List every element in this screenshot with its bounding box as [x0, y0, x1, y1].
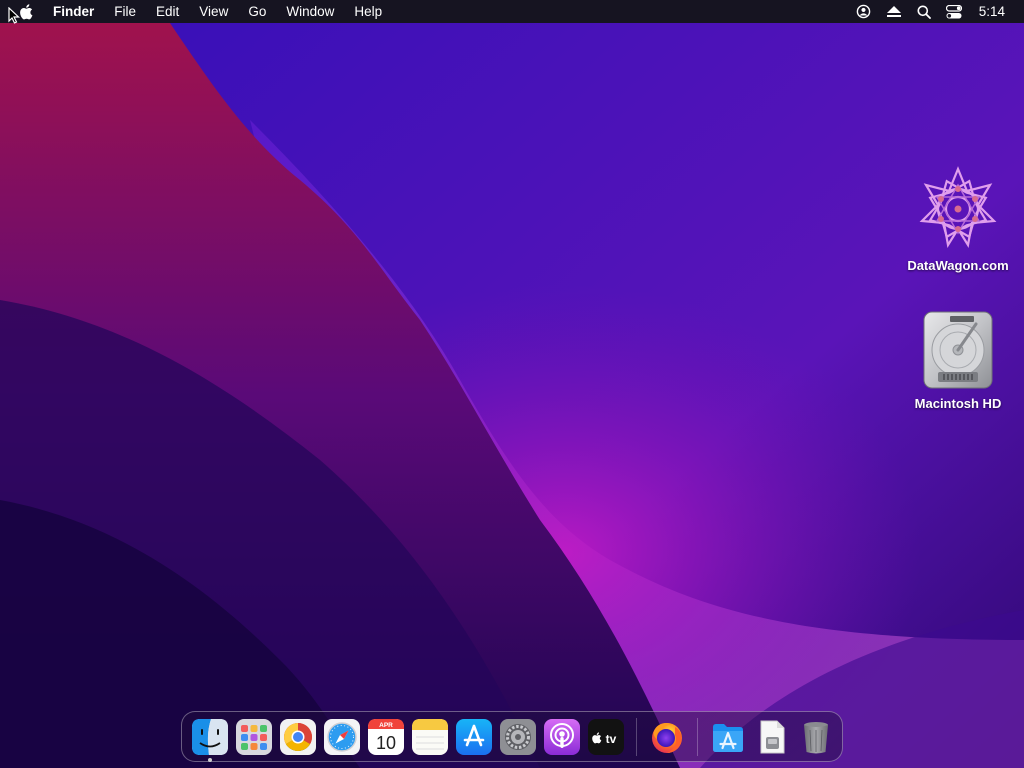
eject-icon[interactable] — [883, 0, 905, 23]
dock-separator — [636, 717, 637, 756]
apple-tv-icon: tv — [588, 718, 624, 755]
running-indicator — [208, 757, 212, 762]
dock-podcasts[interactable] — [544, 718, 580, 755]
user-account-icon[interactable] — [853, 0, 875, 23]
menu-bar-clock[interactable]: 5:14 — [969, 4, 1024, 19]
calendar-icon: APR 10 — [368, 718, 404, 755]
desktop-icon-datawagon[interactable]: DataWagon.com — [898, 166, 1018, 273]
menu-app-finder[interactable]: Finder — [39, 0, 104, 23]
menu-view[interactable]: View — [189, 0, 238, 23]
apple-tv-label: tv — [606, 732, 617, 746]
spotlight-search-icon[interactable] — [913, 0, 935, 23]
menu-window[interactable]: Window — [276, 0, 344, 23]
desktop-icon-label: Macintosh HD — [914, 396, 1002, 411]
dock-system-preferences[interactable] — [500, 718, 536, 755]
menu-edit[interactable]: Edit — [146, 0, 189, 23]
notes-icon — [412, 718, 448, 755]
firefox-icon — [652, 722, 682, 753]
dock-finder[interactable] — [192, 718, 228, 762]
menu-go[interactable]: Go — [238, 0, 276, 23]
app-store-icon — [456, 718, 492, 755]
dock-firefox[interactable] — [649, 719, 685, 755]
dock-notes[interactable] — [412, 718, 448, 755]
calendar-month: APR — [379, 722, 393, 729]
dock-safari[interactable] — [324, 718, 360, 755]
dock: APR 10 tv — [181, 711, 843, 762]
hard-drive-icon — [923, 311, 993, 389]
chrome-icon — [280, 718, 316, 755]
datawagon-logo-icon — [919, 166, 997, 248]
document-icon — [760, 720, 785, 753]
dock-separator — [697, 717, 698, 756]
dock-applications-folder[interactable] — [710, 719, 746, 755]
calendar-day: 10 — [376, 733, 396, 753]
dock-apple-tv[interactable]: tv — [588, 718, 624, 755]
dock-launchpad[interactable] — [236, 718, 272, 755]
system-preferences-icon — [500, 718, 536, 755]
desktop-wallpaper — [0, 0, 1024, 768]
finder-icon — [192, 718, 228, 755]
dock-google-chrome[interactable] — [280, 718, 316, 755]
desktop-icon-label: DataWagon.com — [907, 258, 1009, 273]
menu-help[interactable]: Help — [344, 0, 392, 23]
safari-icon — [324, 718, 360, 755]
mouse-pointer-icon — [8, 7, 20, 24]
menu-bar: Finder File Edit View Go Window Help 5:1… — [0, 0, 1024, 23]
desktop-icon-macintosh-hd[interactable]: Macintosh HD — [898, 310, 1018, 411]
dock-document[interactable] — [754, 719, 790, 755]
menu-file[interactable]: File — [104, 0, 146, 23]
launchpad-icon — [236, 718, 272, 755]
dock-app-store[interactable] — [456, 718, 492, 755]
dock-calendar[interactable]: APR 10 — [368, 718, 404, 755]
control-center-icon[interactable] — [943, 0, 965, 23]
podcasts-icon — [544, 718, 580, 755]
trash-icon — [804, 721, 828, 753]
applications-folder-icon — [713, 723, 743, 752]
dock-trash[interactable] — [798, 719, 834, 755]
